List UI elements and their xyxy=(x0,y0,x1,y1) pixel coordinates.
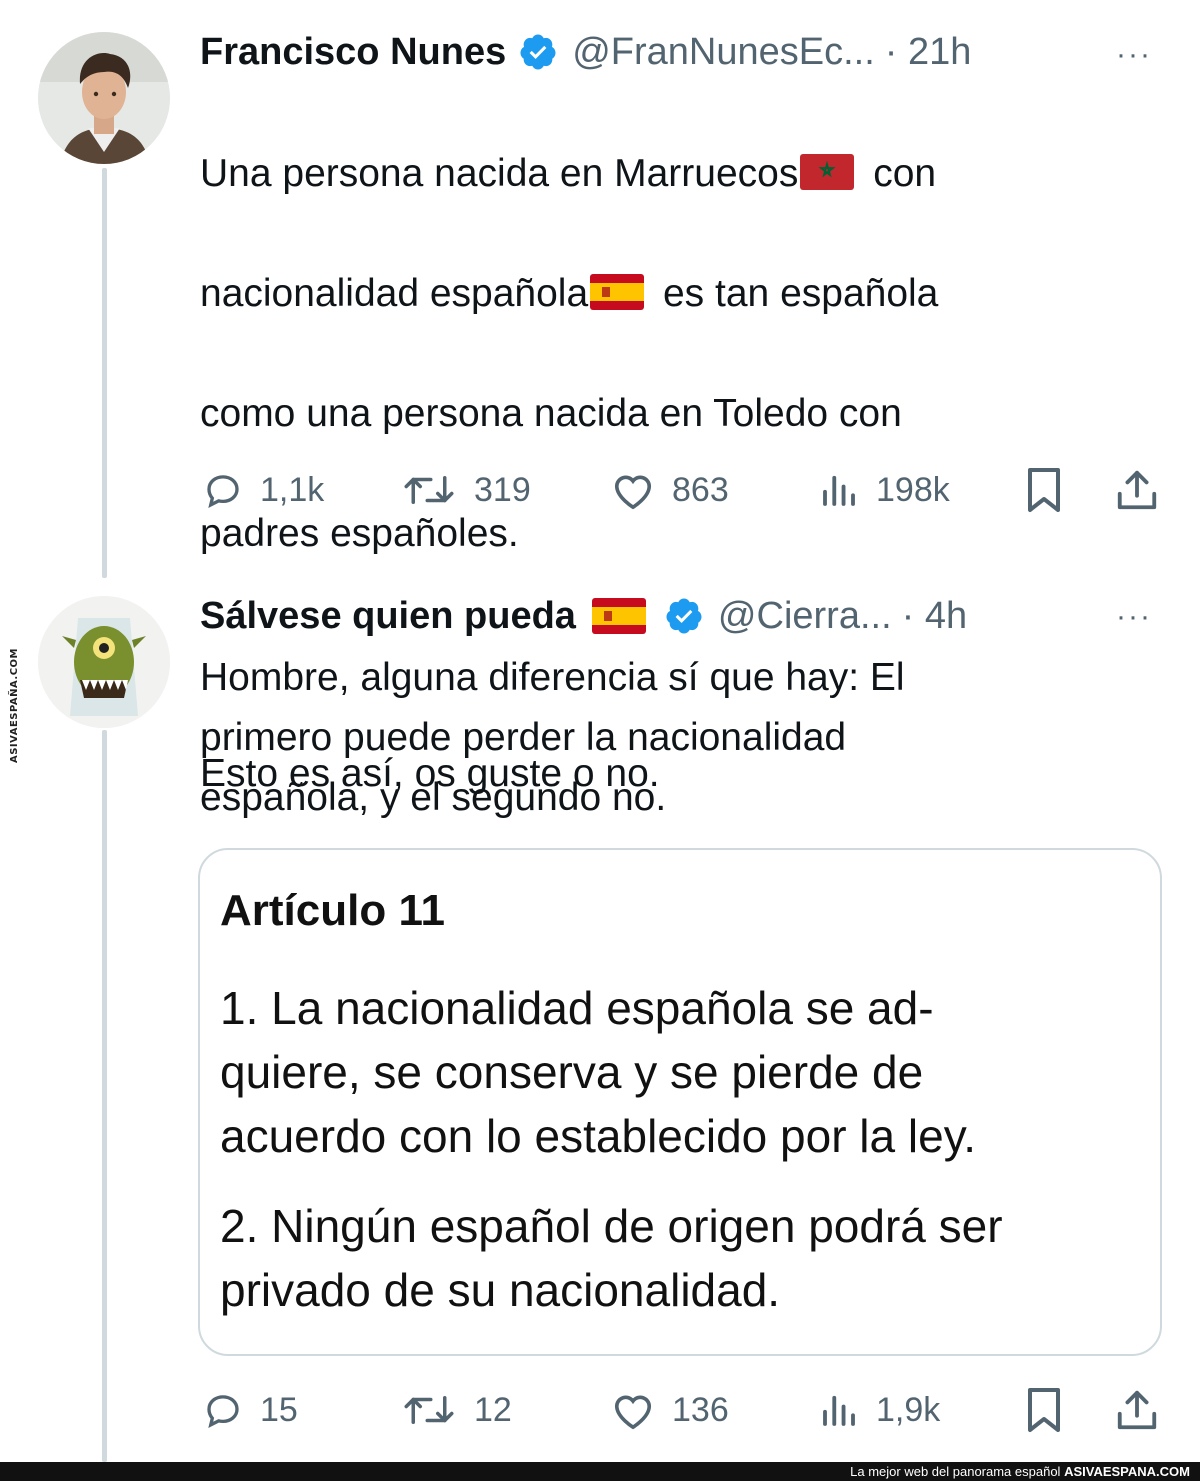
tweet1-line-4: padres españoles. xyxy=(200,512,519,555)
side-watermark-text: ASIVAESPAÑA.COM xyxy=(9,647,21,763)
share-button[interactable] xyxy=(1114,466,1160,519)
like-count: 136 xyxy=(672,1390,729,1429)
tweet2-text: Hombre, alguna diferencia sí que hay: El… xyxy=(200,656,905,819)
views-count: 1,9k xyxy=(876,1390,941,1429)
tweet1-text-2a: nacionalidad española xyxy=(200,272,589,315)
thread-line-top xyxy=(102,168,107,578)
tweet1-text-1b: con xyxy=(862,152,937,195)
thread-line-bottom xyxy=(102,730,107,1462)
tweet2-header: Sálvese quien pueda @Cierra... · 4h xyxy=(200,590,967,642)
green-monster-icon xyxy=(38,596,170,728)
side-watermark: ASIVAESPAÑA.COM xyxy=(4,640,26,770)
retweet-icon xyxy=(404,1396,454,1424)
views-button[interactable]: 1,9k xyxy=(818,1388,940,1432)
like-button[interactable]: 863 xyxy=(610,468,729,512)
article-title: Artículo 11 xyxy=(220,886,445,935)
avatar-salvese[interactable] xyxy=(38,596,170,728)
article-paragraph-2: 2. Ningún español de origen podrá ser pr… xyxy=(220,1200,1003,1316)
share-icon xyxy=(1117,1390,1157,1430)
views-chart-icon xyxy=(823,475,855,506)
like-button[interactable]: 136 xyxy=(610,1388,729,1432)
footer-banner: La mejor web del panorama español ASIVAE… xyxy=(0,1462,1200,1481)
reply-icon xyxy=(207,475,239,508)
share-icon xyxy=(1117,470,1157,510)
verified-badge-icon xyxy=(520,34,556,70)
bookmark-button[interactable] xyxy=(1024,466,1064,519)
tweet-time[interactable]: · 21h xyxy=(885,31,972,74)
tweet1-text-1a: Una persona nacida en Marruecos xyxy=(200,152,799,195)
more-options-icon[interactable]: ··· xyxy=(1116,38,1152,72)
views-button[interactable]: 198k xyxy=(818,468,950,512)
heart-icon xyxy=(614,475,652,510)
spain-flag-icon xyxy=(590,274,645,310)
person-portrait-icon xyxy=(38,32,170,164)
author-handle[interactable]: @Cierra... xyxy=(718,595,892,638)
retweet-button[interactable]: 12 xyxy=(400,1388,512,1432)
reply-count: 1,1k xyxy=(260,470,325,509)
spain-flag-icon xyxy=(591,598,646,634)
verified-badge-icon xyxy=(666,598,702,634)
bookmark-button[interactable] xyxy=(1024,1386,1064,1439)
tweet1-line-3: como una persona nacida en Toledo con xyxy=(200,392,902,435)
tweet1-line-1: Una persona nacida en Marruecos con xyxy=(200,144,1130,204)
bookmark-icon xyxy=(1028,1388,1060,1432)
retweet-icon xyxy=(404,476,454,504)
tweet1-header: Francisco Nunes @FranNunesEc... · 21h xyxy=(200,26,971,78)
views-chart-icon xyxy=(823,1395,855,1426)
author-name[interactable]: Francisco Nunes xyxy=(200,31,506,74)
retweet-button[interactable]: 319 xyxy=(400,468,531,512)
reply-button[interactable]: 1,1k xyxy=(202,468,324,512)
article-paragraph-1: 1. La nacionalidad española se ad- quier… xyxy=(220,982,977,1162)
footer-tagline: La mejor web del panorama español xyxy=(850,1464,1061,1479)
heart-icon xyxy=(614,1395,652,1430)
more-options-icon[interactable]: ··· xyxy=(1116,600,1152,634)
attached-image-card[interactable]: Artículo 11 1. La nacionalidad española … xyxy=(198,848,1162,1356)
views-count: 198k xyxy=(876,470,950,509)
reply-button[interactable]: 15 xyxy=(202,1388,298,1432)
share-button[interactable] xyxy=(1114,1386,1160,1439)
author-name[interactable]: Sálvese quien pueda xyxy=(200,595,576,638)
reply-icon xyxy=(207,1395,239,1428)
morocco-flag-icon xyxy=(800,154,855,190)
tweet-time[interactable]: · 4h xyxy=(902,595,967,638)
bookmark-icon xyxy=(1028,468,1060,512)
reply-count: 15 xyxy=(260,1390,298,1429)
tweet1-line-2: nacionalidad española es tan española xyxy=(200,264,1130,324)
retweet-count: 12 xyxy=(474,1390,512,1429)
retweet-count: 319 xyxy=(474,470,531,509)
like-count: 863 xyxy=(672,470,729,509)
tweet1-text-2b: es tan española xyxy=(652,272,939,315)
footer-brand[interactable]: ASIVAESPANA.COM xyxy=(1064,1464,1190,1479)
avatar-francisco[interactable] xyxy=(38,32,170,164)
author-handle[interactable]: @FranNunesEc... xyxy=(572,31,875,74)
